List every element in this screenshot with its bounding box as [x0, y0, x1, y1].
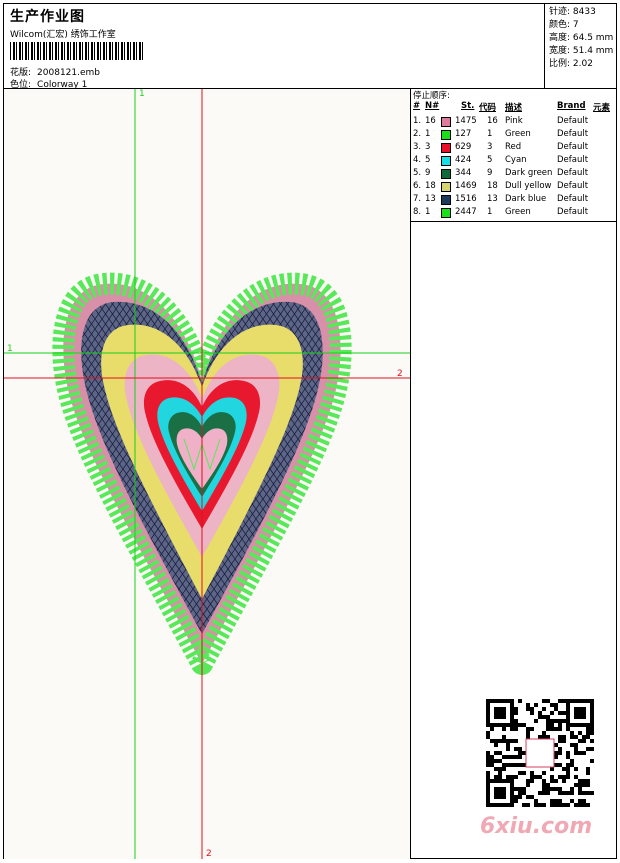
qr-code [486, 699, 594, 807]
design-height: 高度: 64.5 mm [549, 33, 614, 43]
row-code: 18 [487, 181, 498, 191]
design-width: 宽度: 51.4 mm [549, 46, 614, 56]
color-swatch [441, 130, 451, 140]
color-swatch [441, 156, 451, 166]
row-index: 7. [413, 194, 422, 204]
guide-v2-label: 2 [206, 849, 212, 859]
row-code: 13 [487, 194, 498, 204]
row-description: Green [505, 207, 531, 217]
legend-row: 4. 5 424 5 Cyan Default [411, 154, 617, 167]
row-code: 5 [487, 155, 493, 165]
col-num-header: # [413, 101, 421, 111]
col-element-header: 元素 [593, 103, 611, 113]
row-index: 6. [413, 181, 422, 191]
row-description: Red [505, 142, 522, 152]
row-stitches: 1516 [455, 194, 477, 204]
row-index: 4. [413, 155, 422, 165]
row-brand: Default [557, 168, 589, 178]
row-needle: 18 [425, 181, 436, 191]
col-st-header: St. [461, 101, 475, 111]
guide-v1-label: 1 [139, 89, 145, 99]
design-scale: 比例: 2.02 [549, 59, 593, 69]
col-desc-header: 描述 [505, 103, 523, 113]
guide-h1-label: 1 [7, 344, 13, 354]
design-canvas: 1 1 2 2 [4, 89, 410, 859]
row-description: Green [505, 129, 531, 139]
row-index: 2. [413, 129, 422, 139]
legend-row: 5. 9 344 9 Dark green Default [411, 167, 617, 180]
row-needle: 5 [425, 155, 431, 165]
row-description: Dark green [505, 168, 553, 178]
row-stitches: 1475 [455, 116, 477, 126]
design-stats: 针迹: 8433 颜色: 7 高度: 64.5 mm 宽度: 51.4 mm 比… [544, 4, 616, 89]
color-swatch [441, 169, 451, 179]
row-brand: Default [557, 155, 589, 165]
row-brand: Default [557, 207, 589, 217]
color-count: 颜色: 7 [549, 20, 579, 30]
row-code: 3 [487, 142, 493, 152]
qr-code-graphic [486, 699, 594, 807]
stitch-count: 针迹: 8433 [549, 7, 596, 17]
row-description: Dull yellow [505, 181, 552, 191]
col-brand-header: Brand [557, 101, 586, 111]
row-needle: 13 [425, 194, 436, 204]
row-needle: 9 [425, 168, 431, 178]
row-stitches: 1469 [455, 181, 477, 191]
row-code: 1 [487, 207, 493, 217]
row-index: 3. [413, 142, 422, 152]
guide-h2-label: 2 [397, 369, 403, 379]
row-brand: Default [557, 181, 589, 191]
studio-subtitle: Wilcom(汇宏) 绣饰工作室 [10, 30, 116, 40]
row-stitches: 344 [455, 168, 472, 178]
row-description: Cyan [505, 155, 527, 165]
row-index: 8. [413, 207, 422, 217]
legend-row: 8. 1 2447 1 Green Default [411, 206, 617, 219]
legend-row: 2. 1 127 1 Green Default [411, 128, 617, 141]
row-code: 1 [487, 129, 493, 139]
row-brand: Default [557, 194, 589, 204]
color-swatch [441, 208, 451, 218]
row-code: 16 [487, 116, 498, 126]
row-index: 5. [413, 168, 422, 178]
legend-row: 3. 3 629 3 Red Default [411, 141, 617, 154]
col-code-header: 代码 [479, 103, 497, 113]
row-stitches: 424 [455, 155, 472, 165]
row-brand: Default [557, 129, 589, 139]
embroidery-preview: 1 1 2 2 [4, 89, 410, 859]
page-title: 生产作业图 [10, 9, 85, 25]
color-swatch [441, 195, 451, 205]
site-watermark: 6xiu.com [480, 814, 593, 839]
row-needle: 1 [425, 207, 431, 217]
stop-order-label: 停止顺序: [413, 91, 450, 101]
row-brand: Default [557, 142, 589, 152]
row-brand: Default [557, 116, 589, 126]
barcode [10, 42, 144, 60]
row-stitches: 2447 [455, 207, 477, 217]
color-swatch [441, 143, 451, 153]
color-sequence-legend: 停止顺序: # N# St. 代码 描述 Brand 元素 1. 16 1475 16… [411, 89, 617, 221]
color-swatch [441, 182, 451, 192]
legend-row: 7. 13 1516 13 Dark blue Default [411, 193, 617, 206]
color-swatch [441, 117, 451, 127]
row-stitches: 629 [455, 142, 472, 152]
row-description: Pink [505, 116, 523, 126]
legend-row: 1. 16 1475 16 Pink Default [411, 115, 617, 128]
col-needle-header: N# [425, 101, 440, 111]
row-needle: 1 [425, 129, 431, 139]
sheet-header: 生产作业图 Wilcom(汇宏) 绣饰工作室 花版: 2008121.emb 色位… [4, 4, 544, 90]
row-index: 1. [413, 116, 422, 126]
row-code: 9 [487, 168, 493, 178]
row-stitches: 127 [455, 129, 472, 139]
row-needle: 16 [425, 116, 436, 126]
row-needle: 3 [425, 142, 431, 152]
legend-divider [411, 221, 617, 222]
legend-row: 6. 18 1469 18 Dull yellow Default [411, 180, 617, 193]
row-description: Dark blue [505, 194, 547, 204]
